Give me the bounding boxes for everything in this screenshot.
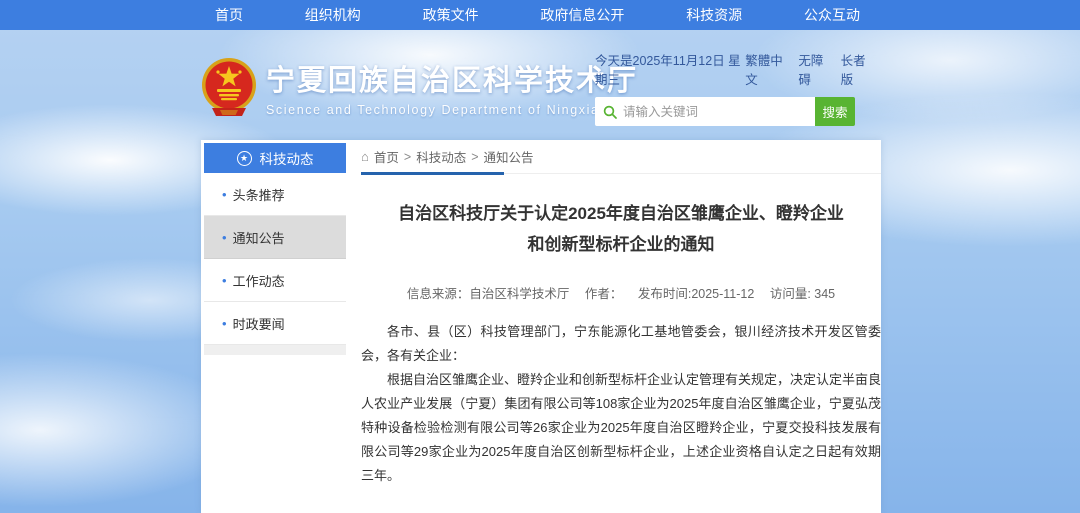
bullet-icon: • <box>222 230 227 245</box>
link-elder-version[interactable]: 长者版 <box>841 50 873 88</box>
site-title: 宁夏回族自治区科学技术厅 <box>266 57 638 99</box>
article-title-line1: 自治区科技厅关于认定2025年度自治区雏鹰企业、瞪羚企业 <box>398 204 844 223</box>
meta-author: 作者： <box>585 287 623 301</box>
sidebar-item-label: 通知公告 <box>233 228 285 247</box>
link-accessibility[interactable]: 无障碍 <box>798 50 830 88</box>
breadcrumb-separator: > <box>471 150 478 164</box>
bullet-icon: • <box>222 187 227 202</box>
header-utility: 今天是2025年11月12日 星期三 繁體中文 无障碍 长者版 搜索 <box>595 50 873 126</box>
site-subtitle: Science and Technology Department of Nin… <box>266 103 638 117</box>
sidebar-item-label: 时政要闻 <box>233 314 285 333</box>
link-traditional-chinese[interactable]: 繁體中文 <box>745 50 788 88</box>
search-bar: 搜索 <box>595 97 855 126</box>
article-body: 各市、县（区）科技管理部门，宁东能源化工基地管委会，银川经济技术开发区管委会，各… <box>361 320 881 488</box>
sidebar-item-political-news[interactable]: • 时政要闻 <box>204 302 346 345</box>
today-date-text: 今天是2025年11月12日 星期三 <box>595 50 745 88</box>
sidebar-item-headlines[interactable]: • 头条推荐 <box>204 173 346 216</box>
meta-source: 信息来源：自治区科学技术厅 <box>407 287 570 301</box>
breadcrumb: ⌂ 首页 > 科技动态 > 通知公告 <box>361 140 881 174</box>
nav-item-policy-documents[interactable]: 政策文件 <box>423 0 479 30</box>
breadcrumb-active-underline <box>361 172 504 175</box>
sidebar-title: 科技动态 <box>260 148 314 168</box>
article-meta: 信息来源：自治区科学技术厅 作者： 发布时间:2025-11-12 访问量: 3… <box>361 283 881 302</box>
nav-item-public-interaction[interactable]: 公众互动 <box>804 0 860 30</box>
nav-item-sci-tech-resources[interactable]: 科技资源 <box>686 0 742 30</box>
search-button[interactable]: 搜索 <box>815 97 855 126</box>
content-panel: ★ 科技动态 • 头条推荐 • 通知公告 • 工作动态 • 时政要闻 ⌂ 首页 … <box>201 140 881 513</box>
breadcrumb-sci-tech-news[interactable]: 科技动态 <box>416 147 466 166</box>
article-paragraph: 根据自治区雏鹰企业、瞪羚企业和创新型标杆企业认定管理有关规定，决定认定半亩良人农… <box>361 368 881 488</box>
article-title-line2: 和创新型标杆企业的通知 <box>528 235 715 254</box>
nav-item-organization[interactable]: 组织机构 <box>305 0 361 30</box>
site-brand: 宁夏回族自治区科学技术厅 Science and Technology Depa… <box>200 56 638 118</box>
search-icon <box>603 105 617 119</box>
sidebar-item-notices[interactable]: • 通知公告 <box>204 216 346 259</box>
article-title: 自治区科技厅关于认定2025年度自治区雏鹰企业、瞪羚企业 和创新型标杆企业的通知 <box>361 198 881 261</box>
nav-item-gov-info-disclosure[interactable]: 政府信息公开 <box>540 0 624 30</box>
top-navigation: 首页 组织机构 政策文件 政府信息公开 科技资源 公众互动 <box>0 0 1080 30</box>
bullet-icon: • <box>222 273 227 288</box>
sidebar-item-label: 工作动态 <box>233 271 285 290</box>
breadcrumb-notices[interactable]: 通知公告 <box>484 147 534 166</box>
sidebar-header: ★ 科技动态 <box>204 143 346 173</box>
site-header: 宁夏回族自治区科学技术厅 Science and Technology Depa… <box>0 30 1080 140</box>
sidebar-item-work-updates[interactable]: • 工作动态 <box>204 259 346 302</box>
article-paragraph: 各市、县（区）科技管理部门，宁东能源化工基地管委会，银川经济技术开发区管委会，各… <box>361 320 881 368</box>
national-emblem-logo <box>200 56 258 118</box>
sidebar-sci-tech-news: ★ 科技动态 • 头条推荐 • 通知公告 • 工作动态 • 时政要闻 <box>204 143 346 355</box>
meta-visit-count: 访问量: 345 <box>770 287 835 301</box>
search-input[interactable] <box>623 105 807 119</box>
article-area: ⌂ 首页 > 科技动态 > 通知公告 自治区科技厅关于认定2025年度自治区雏鹰… <box>361 140 881 513</box>
star-circle-icon: ★ <box>237 151 252 166</box>
bullet-icon: • <box>222 316 227 331</box>
meta-publish-time: 发布时间:2025-11-12 <box>638 287 755 301</box>
home-icon: ⌂ <box>361 149 369 164</box>
breadcrumb-home[interactable]: 首页 <box>374 147 399 166</box>
sidebar-footer-strip <box>204 345 346 355</box>
breadcrumb-separator: > <box>404 150 411 164</box>
sidebar-item-label: 头条推荐 <box>233 185 285 204</box>
nav-item-home[interactable]: 首页 <box>215 0 243 30</box>
